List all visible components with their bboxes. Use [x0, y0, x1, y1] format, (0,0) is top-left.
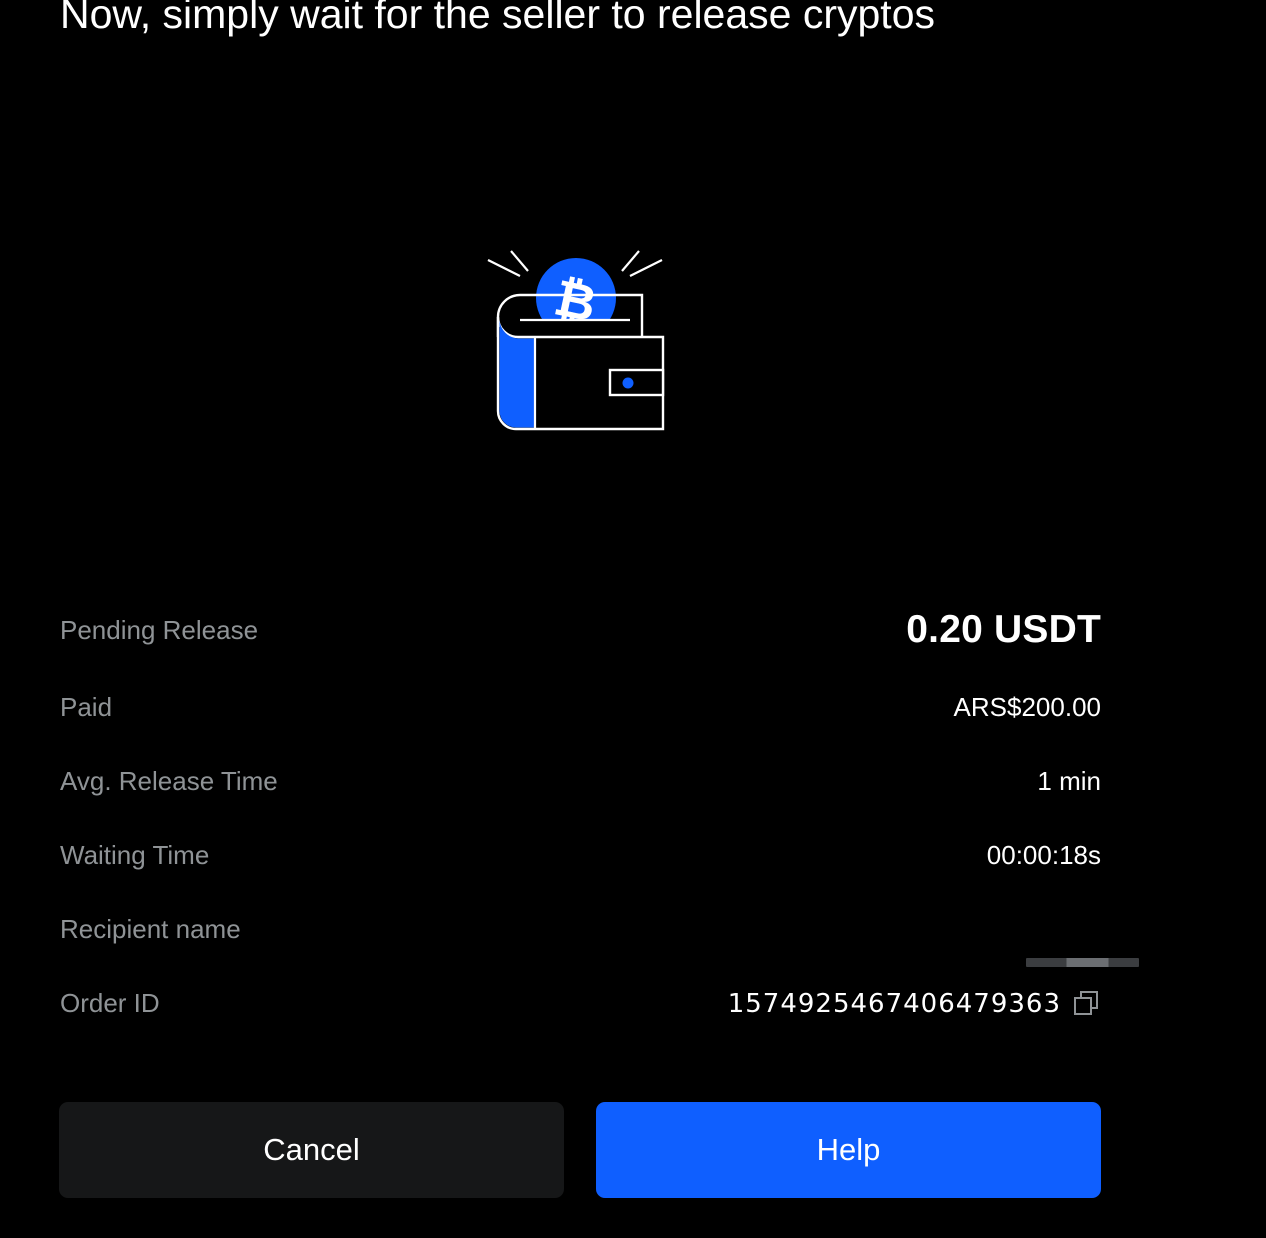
- order-id-value: 1574925467406479363: [727, 988, 1061, 1019]
- paid-row: Paid ARS$200.00: [60, 692, 1101, 723]
- cancel-button[interactable]: Cancel: [59, 1102, 564, 1198]
- recipient-name-label: Recipient name: [60, 914, 241, 944]
- paid-amount: ARS$200.00: [953, 692, 1101, 722]
- wallet-bitcoin-illustration: ₿: [482, 244, 672, 436]
- page-title: Now, simply wait for the seller to relea…: [60, 0, 935, 37]
- avg-release-time-value: 1 min: [1037, 766, 1101, 796]
- waiting-time-label: Waiting Time: [60, 840, 210, 870]
- help-button[interactable]: Help: [596, 1102, 1101, 1198]
- order-status-screen: Now, simply wait for the seller to relea…: [0, 0, 1266, 1238]
- order-id-row: Order ID 1574925467406479363: [60, 988, 1101, 1019]
- waiting-time-row: Waiting Time 00:00:18s: [60, 840, 1101, 871]
- waiting-time-value: 00:00:18s: [986, 840, 1101, 870]
- order-id-value-group: 1574925467406479363: [728, 989, 1101, 1019]
- pending-release-label: Pending Release: [60, 614, 259, 645]
- wallet-with-bitcoin-icon: ₿: [487, 250, 665, 431]
- avg-release-time-label: Avg. Release Time: [60, 766, 278, 796]
- copy-icon[interactable]: [1073, 990, 1101, 1018]
- avg-release-time-row: Avg. Release Time 1 min: [60, 766, 1101, 797]
- order-id-label: Order ID: [60, 988, 160, 1018]
- pending-release-amount: 0.20 USDT: [906, 608, 1101, 651]
- pending-release-row: Pending Release 0.20 USDT: [60, 608, 1101, 652]
- recipient-name-row: Recipient name: [60, 914, 1139, 967]
- paid-label: Paid: [60, 692, 113, 722]
- recipient-name-masked: [1026, 958, 1139, 967]
